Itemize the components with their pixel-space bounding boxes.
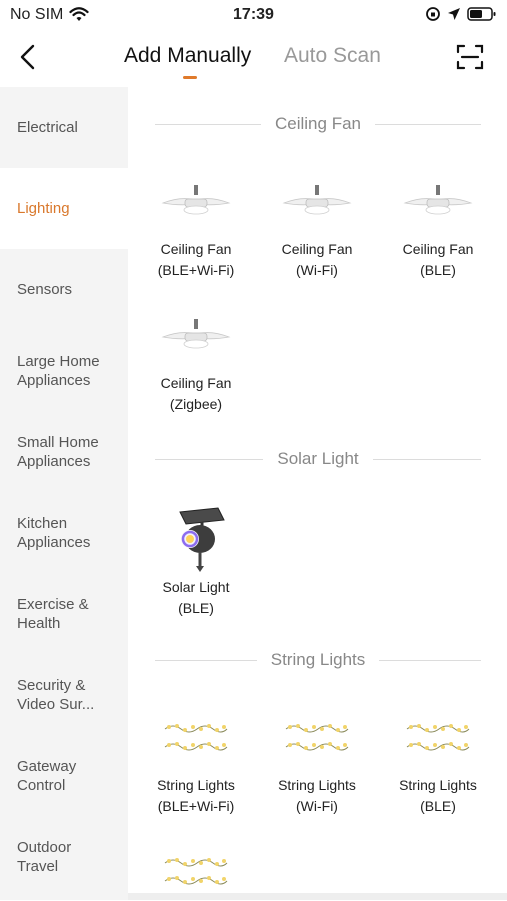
- device-protocol: (BLE+Wi-Fi): [157, 262, 235, 278]
- sidebar-item-label: Electrical: [17, 119, 78, 136]
- device-label: Solar Light (BLE): [136, 577, 256, 619]
- divider: [372, 458, 481, 460]
- sidebar-item-lighting[interactable]: Lighting: [0, 168, 128, 249]
- device-string-lights-wifi[interactable]: String Lights (Wi-Fi): [257, 711, 377, 817]
- sidebar-item-label: Exercise & Health: [17, 595, 89, 632]
- divider: [155, 458, 264, 460]
- device-label: Ceiling Fan (BLE+Wi-Fi): [136, 239, 256, 281]
- device-ceiling-fan-wifi[interactable]: Ceiling Fan (Wi-Fi): [257, 175, 377, 281]
- sidebar-item-label: Large Home Appliances: [17, 352, 100, 389]
- section-header-string-lights: String Lights: [155, 649, 481, 671]
- active-tab-indicator: [183, 76, 197, 79]
- device-name: String Lights: [399, 777, 477, 793]
- ceiling-fan-icon: [257, 175, 377, 231]
- ceiling-fan-icon: [136, 175, 256, 231]
- divider: [379, 659, 481, 661]
- sidebar-item-small-home-appliances[interactable]: Small Home Appliances: [0, 411, 118, 492]
- device-list: Ceiling Fan Ceiling Fan (BLE+Wi-Fi) Ceil…: [128, 87, 507, 900]
- sidebar-item-exercise-health[interactable]: Exercise & Health: [0, 573, 90, 654]
- device-protocol: (BLE): [178, 600, 214, 616]
- sidebar-item-electrical[interactable]: Electrical: [0, 87, 128, 168]
- solar-light-icon: [136, 505, 256, 573]
- sidebar-item-large-home-appliances[interactable]: Large Home Appliances: [0, 330, 118, 411]
- string-lights-icon: [378, 711, 498, 767]
- sidebar-item-security-video[interactable]: Security & Video Sur...: [0, 654, 120, 735]
- sidebar-item-label: Sensors: [17, 281, 73, 298]
- sidebar-item-label: Kitchen Appliances: [17, 514, 91, 551]
- category-sidebar: Electrical Lighting Sensors Large Home A…: [0, 87, 128, 900]
- location-icon: [448, 8, 460, 20]
- bottom-edge: [128, 893, 507, 900]
- device-label: String Lights (BLE): [378, 775, 498, 817]
- device-ceiling-fan-zigbee[interactable]: Ceiling Fan (Zigbee): [136, 309, 256, 415]
- status-bar: No SIM 17:39: [0, 0, 507, 30]
- top-nav: Add Manually Auto Scan: [0, 30, 507, 86]
- back-arrow-icon[interactable]: [14, 42, 42, 72]
- device-string-lights-ble[interactable]: String Lights (BLE): [378, 711, 498, 817]
- sidebar-item-label: Outdoor Travel: [17, 838, 72, 875]
- section-title: Ceiling Fan: [275, 114, 361, 133]
- device-protocol: (Zigbee): [169, 396, 223, 412]
- device-name: Solar Light: [162, 579, 230, 595]
- ceiling-fan-icon: [136, 309, 256, 365]
- ceiling-fan-icon: [378, 175, 498, 231]
- string-lights-icon: [257, 711, 377, 767]
- device-name: Ceiling Fan: [160, 241, 232, 257]
- device-label: String Lights (BLE+Wi-Fi): [136, 775, 256, 817]
- device-label: Ceiling Fan (Zigbee): [136, 373, 256, 415]
- sidebar-item-gateway-control[interactable]: Gateway Control: [0, 735, 90, 816]
- string-lights-icon: [136, 711, 256, 767]
- sidebar-item-kitchen-appliances[interactable]: Kitchen Appliances: [0, 492, 100, 573]
- tab-auto-scan[interactable]: Auto Scan: [284, 44, 381, 68]
- status-right: [425, 6, 497, 22]
- section-header-ceiling-fan: Ceiling Fan: [155, 113, 481, 135]
- tab-add-manually[interactable]: Add Manually: [124, 44, 251, 68]
- device-label: String Lights (Wi-Fi): [257, 775, 377, 817]
- sidebar-item-label: Small Home Appliances: [17, 433, 99, 470]
- section-title: Solar Light: [277, 449, 359, 468]
- sidebar-item-sensors[interactable]: Sensors: [0, 249, 128, 330]
- device-protocol: (BLE): [420, 798, 456, 814]
- device-name: String Lights: [278, 777, 356, 793]
- section-header-solar-light: Solar Light: [155, 448, 481, 470]
- sidebar-item-outdoor-travel[interactable]: Outdoor Travel: [0, 816, 90, 897]
- divider: [155, 659, 257, 661]
- device-name: Ceiling Fan: [281, 241, 353, 257]
- divider: [375, 123, 481, 125]
- divider: [155, 123, 261, 125]
- orientation-lock-icon: [426, 7, 440, 21]
- sidebar-item-label: Lighting: [17, 200, 70, 217]
- device-protocol: (Wi-Fi): [296, 798, 338, 814]
- device-label: Ceiling Fan (Wi-Fi): [257, 239, 377, 281]
- device-solar-light-ble[interactable]: Solar Light (BLE): [136, 505, 256, 619]
- device-protocol: (Wi-Fi): [296, 262, 338, 278]
- battery-icon: [467, 7, 496, 21]
- device-name: String Lights: [157, 777, 235, 793]
- scan-icon[interactable]: [455, 42, 485, 72]
- device-ceiling-fan-ble-wifi[interactable]: Ceiling Fan (BLE+Wi-Fi): [136, 175, 256, 281]
- sidebar-item-label: Gateway Control: [17, 757, 77, 794]
- device-protocol: (BLE+Wi-Fi): [157, 798, 235, 814]
- device-name: Ceiling Fan: [160, 375, 232, 391]
- sidebar-item-label: Security & Video Sur...: [17, 676, 95, 713]
- device-string-lights-ble-wifi[interactable]: String Lights (BLE+Wi-Fi): [136, 711, 256, 817]
- device-name: Ceiling Fan: [402, 241, 474, 257]
- section-title: String Lights: [270, 650, 366, 669]
- device-protocol: (BLE): [420, 262, 456, 278]
- device-ceiling-fan-ble[interactable]: Ceiling Fan (BLE): [378, 175, 498, 281]
- device-label: Ceiling Fan (BLE): [378, 239, 498, 281]
